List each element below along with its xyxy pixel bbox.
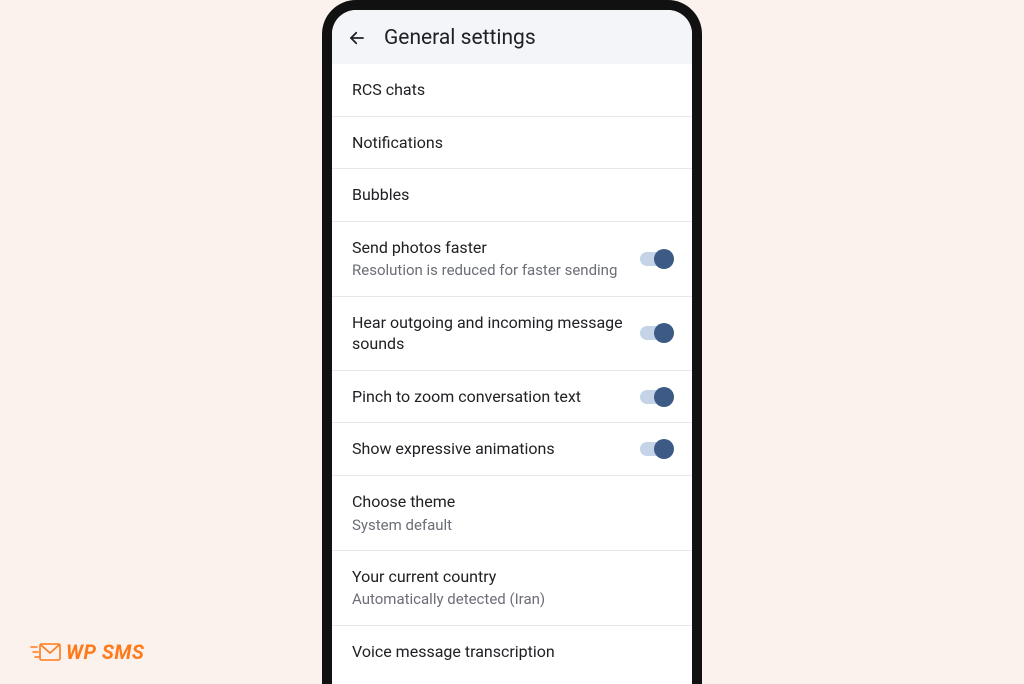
row-subtitle: System default: [352, 515, 672, 535]
row-title: Send photos faster: [352, 237, 628, 259]
toggle-pinch-zoom[interactable]: [640, 388, 672, 406]
row-title: Pinch to zoom conversation text: [352, 386, 628, 408]
settings-list: RCS chats Notifications Bubbles Send pho…: [332, 64, 692, 684]
row-title: Notifications: [352, 132, 672, 154]
page-title: General settings: [384, 26, 536, 50]
row-voice-transcription[interactable]: Voice message transcription: [332, 626, 692, 678]
row-message-sounds[interactable]: Hear outgoing and incoming message sound…: [332, 297, 692, 371]
row-title: RCS chats: [352, 79, 672, 101]
wpsms-label: WP SMS: [66, 640, 144, 664]
row-title: Voice message transcription: [352, 641, 672, 663]
row-title: Choose theme: [352, 491, 672, 513]
row-title: Your current country: [352, 566, 672, 588]
row-title: Hear outgoing and incoming message sound…: [352, 312, 628, 355]
toggle-thumb: [654, 439, 674, 459]
row-expressive-animations[interactable]: Show expressive animations: [332, 423, 692, 476]
row-title: Bubbles: [352, 184, 672, 206]
toggle-expressive-animations[interactable]: [640, 440, 672, 458]
wpsms-logo: WP SMS: [30, 640, 144, 664]
envelope-speed-icon: [30, 641, 58, 663]
phone-frame: General settings RCS chats Notifications…: [322, 0, 702, 684]
row-current-country[interactable]: Your current country Automatically detec…: [332, 551, 692, 626]
row-bubbles[interactable]: Bubbles: [332, 169, 692, 222]
row-subtitle: Resolution is reduced for faster sending: [352, 260, 628, 280]
row-title: Show expressive animations: [352, 438, 628, 460]
row-rcs-chats[interactable]: RCS chats: [332, 64, 692, 117]
row-subtitle: Automatically detected (Iran): [352, 589, 672, 609]
toggle-send-photos-faster[interactable]: [640, 250, 672, 268]
toggle-thumb: [654, 387, 674, 407]
app-header: General settings: [332, 10, 692, 64]
row-notifications[interactable]: Notifications: [332, 117, 692, 170]
row-send-photos-faster[interactable]: Send photos faster Resolution is reduced…: [332, 222, 692, 297]
toggle-thumb: [654, 323, 674, 343]
row-choose-theme[interactable]: Choose theme System default: [332, 476, 692, 551]
toggle-thumb: [654, 249, 674, 269]
phone-screen: General settings RCS chats Notifications…: [332, 10, 692, 684]
row-pinch-zoom[interactable]: Pinch to zoom conversation text: [332, 371, 692, 424]
back-icon[interactable]: [348, 29, 366, 47]
toggle-message-sounds[interactable]: [640, 324, 672, 342]
